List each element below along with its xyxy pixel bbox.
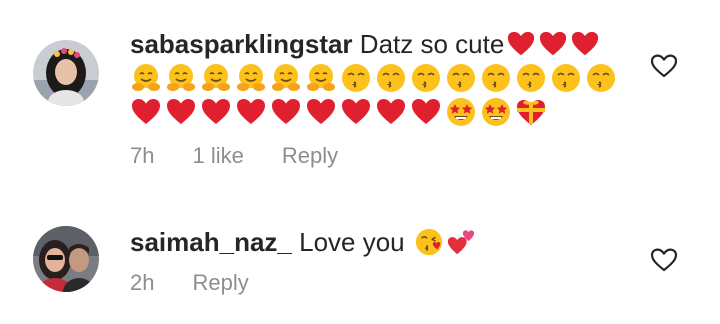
comment-likes-count[interactable]: 1 like xyxy=(192,143,243,168)
avatar[interactable] xyxy=(33,40,99,106)
comment-text: Love you xyxy=(299,227,405,257)
hugging-face-icon xyxy=(270,62,302,94)
red-heart-icon xyxy=(235,96,267,128)
red-heart-icon xyxy=(270,96,302,128)
comment-item: saimah_naz_ Love you 2h Reply xyxy=(0,210,720,324)
red-heart-icon xyxy=(165,96,197,128)
heart-with-ribbon-icon xyxy=(515,96,547,128)
comment-time: 7h xyxy=(130,143,155,168)
emoji-line xyxy=(130,61,630,95)
red-heart-icon xyxy=(340,96,372,128)
face-blowing-kiss-icon xyxy=(414,227,444,257)
star-struck-icon xyxy=(480,96,512,128)
two-hearts-icon xyxy=(446,227,476,257)
kissing-smiling-eyes-icon xyxy=(515,62,547,94)
hugging-face-icon xyxy=(305,62,337,94)
red-heart-icon xyxy=(375,96,407,128)
reply-button[interactable]: Reply xyxy=(282,143,338,168)
comment-text-line: saimah_naz_ Love you xyxy=(130,225,630,259)
reply-button[interactable]: Reply xyxy=(192,270,248,295)
kissing-smiling-eyes-icon xyxy=(480,62,512,94)
red-heart-icon xyxy=(506,29,536,59)
kissing-smiling-eyes-icon xyxy=(410,62,442,94)
comment-meta: 2h Reply xyxy=(130,270,287,296)
kissing-smiling-eyes-icon xyxy=(550,62,582,94)
hugging-face-icon xyxy=(200,62,232,94)
star-struck-icon xyxy=(445,96,477,128)
hugging-face-icon xyxy=(235,62,267,94)
red-heart-icon xyxy=(200,96,232,128)
heart-outline-icon[interactable] xyxy=(650,53,678,79)
comment-item: sabasparklingstar Datz so cute 7h 1 like… xyxy=(0,0,720,200)
red-heart-icon xyxy=(570,29,600,59)
comment-username[interactable]: saimah_naz_ xyxy=(130,227,292,257)
red-heart-icon xyxy=(305,96,337,128)
red-heart-icon xyxy=(538,29,568,59)
avatar[interactable] xyxy=(33,226,99,292)
kissing-smiling-eyes-icon xyxy=(445,62,477,94)
heart-outline-icon[interactable] xyxy=(650,247,678,273)
kissing-smiling-eyes-icon xyxy=(340,62,372,94)
comment-meta: 7h 1 like Reply xyxy=(130,143,376,169)
comment-text: Datz so cute xyxy=(359,29,505,59)
red-heart-icon xyxy=(130,96,162,128)
comment-time: 2h xyxy=(130,270,155,295)
hugging-face-icon xyxy=(165,62,197,94)
comment-text-line: sabasparklingstar Datz so cute xyxy=(130,27,630,61)
kissing-smiling-eyes-icon xyxy=(375,62,407,94)
red-heart-icon xyxy=(410,96,442,128)
hugging-face-icon xyxy=(130,62,162,94)
emoji-line xyxy=(130,95,630,129)
comment-username[interactable]: sabasparklingstar xyxy=(130,29,353,59)
kissing-smiling-eyes-icon xyxy=(585,62,617,94)
